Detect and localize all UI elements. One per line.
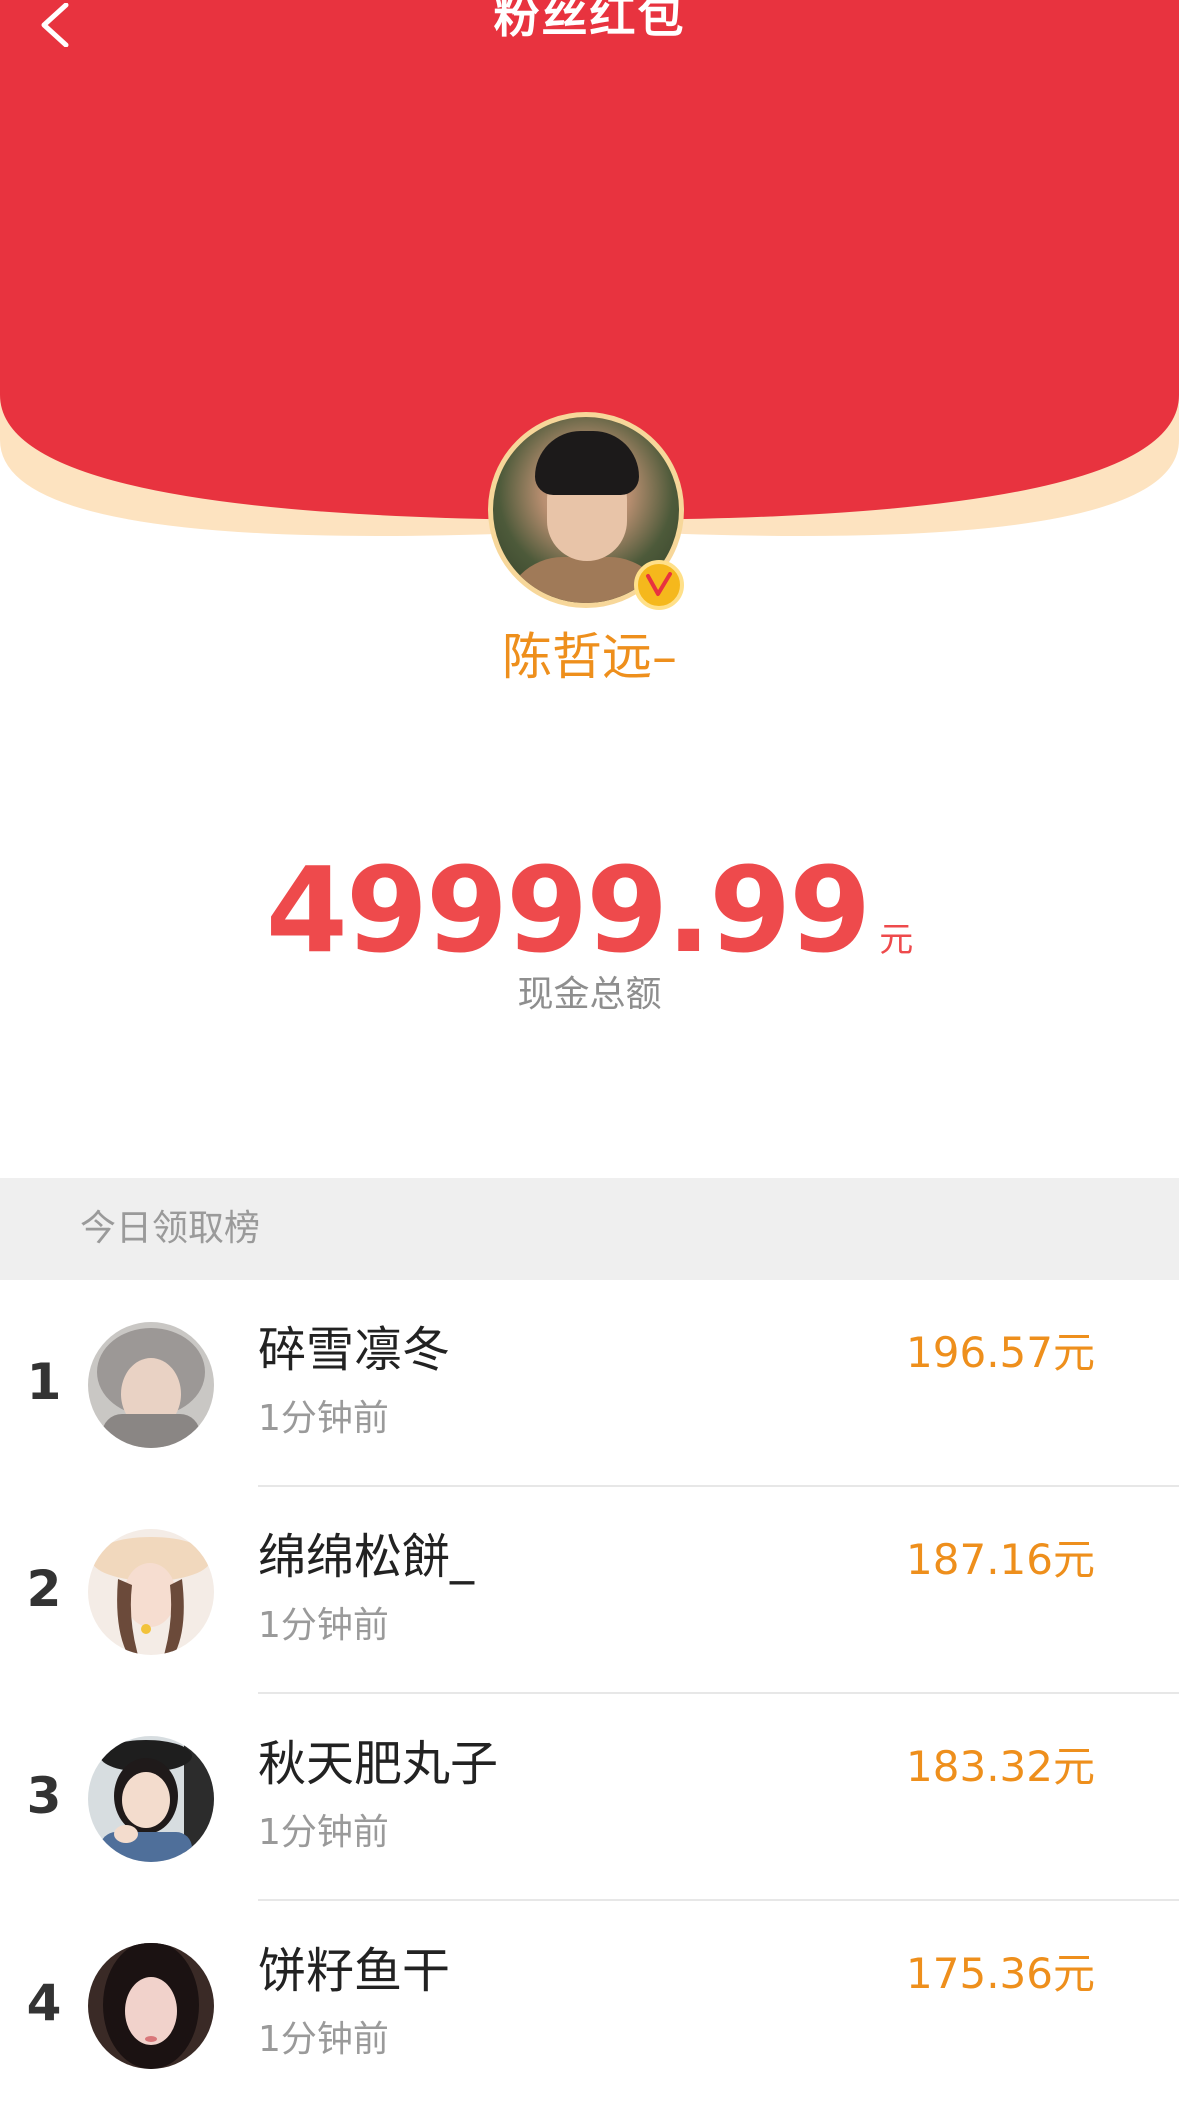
- user-name: 秋天肥丸子: [258, 1736, 499, 1792]
- total-amount-caption: 现金总额: [517, 974, 662, 1015]
- rank-number: 3: [26, 1767, 62, 1825]
- claim-time: 1分钟前: [258, 1605, 389, 1646]
- rank-number: 2: [26, 1560, 62, 1618]
- user-name: 碎雪凛冬: [258, 1322, 451, 1378]
- rank-number: 1: [26, 1353, 62, 1411]
- page-title: 粉丝红包: [493, 0, 686, 43]
- avatar[interactable]: [88, 1943, 214, 2069]
- list-item[interactable]: 3 秋天肥丸子 1分钟前 183.32元: [0, 1694, 1179, 1901]
- host-name[interactable]: 陈哲远–: [0, 624, 1179, 690]
- total-amount-value: 49999.99: [265, 841, 872, 979]
- avatar[interactable]: [88, 1322, 214, 1448]
- v-verified-icon: [634, 560, 684, 610]
- claim-amount: 183.32元: [906, 1742, 1095, 1791]
- avatar[interactable]: [88, 1529, 214, 1655]
- rank-number: 4: [26, 1974, 62, 2032]
- list-item[interactable]: 4 饼籽鱼干 1分钟前 175.36元: [0, 1901, 1179, 2108]
- user-name: 饼籽鱼干: [258, 1943, 451, 1999]
- ranking-list: 1 碎雪凛冬 1分钟前 196.57元 2 绵绵松餅_ 1分钟前 187.16元…: [0, 1280, 1179, 2108]
- list-item[interactable]: 2 绵绵松餅_ 1分钟前 187.16元: [0, 1487, 1179, 1694]
- claim-time: 1分钟前: [258, 1812, 389, 1853]
- currency-unit: 元: [879, 920, 914, 960]
- ranking-section-title: 今日领取榜: [80, 1208, 261, 1249]
- claim-amount: 175.36元: [906, 1949, 1095, 1998]
- claim-time: 1分钟前: [258, 1398, 389, 1439]
- total-amount: 49999.99 元: [0, 850, 1179, 970]
- claim-time: 1分钟前: [258, 2019, 389, 2060]
- user-name: 绵绵松餅_: [258, 1529, 475, 1585]
- ranking-section-header: 今日领取榜: [0, 1178, 1179, 1280]
- claim-amount: 196.57元: [906, 1328, 1095, 1377]
- avatar[interactable]: [88, 1736, 214, 1862]
- list-item[interactable]: 1 碎雪凛冬 1分钟前 196.57元: [0, 1280, 1179, 1487]
- claim-amount: 187.16元: [906, 1535, 1095, 1584]
